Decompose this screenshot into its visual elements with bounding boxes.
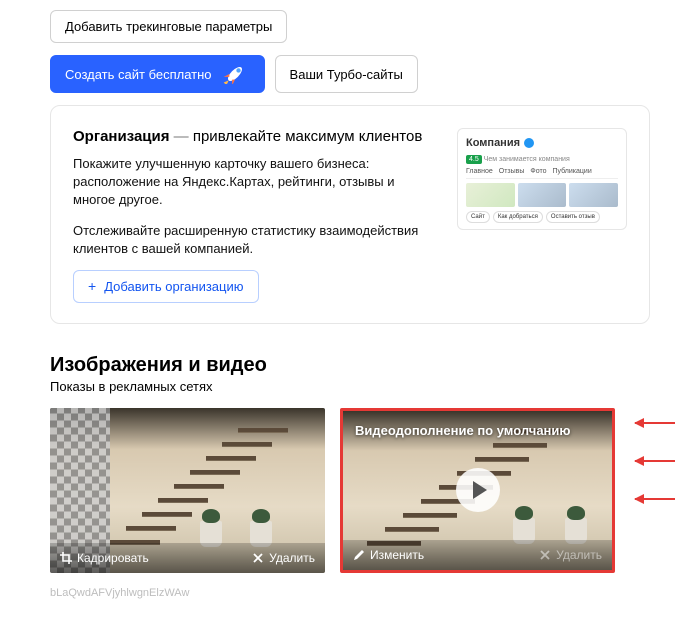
rocket-icon — [220, 64, 250, 84]
preview-tab: Главное — [466, 168, 493, 175]
video-caption: Видеодополнение по умолчанию — [355, 423, 571, 438]
organization-title: Организация — [73, 128, 170, 145]
preview-company-label: Компания — [466, 137, 520, 149]
add-organization-label: Добавить организацию — [104, 279, 243, 294]
preview-thumb — [569, 183, 618, 207]
verify-icon — [524, 138, 534, 148]
image-hash-note: bLaQwdAFVjyhlwgnElzWAw — [50, 587, 650, 599]
media-row: Кадрировать Удалить Видеодополнение по у — [50, 408, 650, 573]
delete-video-button[interactable]: Удалить — [539, 548, 602, 562]
edit-label: Изменить — [370, 548, 424, 562]
organization-tagline: привлекайте максимум клиентов — [193, 128, 422, 145]
close-icon — [252, 552, 264, 564]
preview-mini-btn: Оставить отзыв — [546, 211, 600, 223]
media-section-title: Изображения и видео — [50, 354, 650, 377]
organization-preview: Компания 4.5Чем занимается компания Глав… — [457, 128, 627, 230]
edit-video-button[interactable]: Изменить — [353, 548, 424, 562]
organization-desc-1: Покажите улучшенную карточку вашего бизн… — [73, 155, 437, 210]
arrow-icon — [635, 498, 675, 500]
add-organization-button[interactable]: + Добавить организацию — [73, 270, 259, 303]
preview-mini-btn: Как добраться — [493, 211, 543, 223]
crop-label: Кадрировать — [77, 551, 149, 565]
preview-tab: Отзывы — [499, 168, 525, 175]
tracking-params-button[interactable]: Добавить трекинговые параметры — [50, 10, 287, 43]
image-card[interactable]: Кадрировать Удалить — [50, 408, 325, 573]
crop-icon — [60, 552, 72, 564]
preview-thumb — [518, 183, 567, 207]
crop-button[interactable]: Кадрировать — [60, 551, 149, 565]
delete-label: Удалить — [556, 548, 602, 562]
video-card[interactable]: Видеодополнение по умолчанию Изменить Уд… — [340, 408, 615, 573]
preview-mini-btn: Сайт — [466, 211, 490, 223]
media-section-sub: Показы в рекламных сетях — [50, 379, 650, 394]
create-site-button[interactable]: Создать сайт бесплатно — [50, 55, 265, 93]
preview-sub: Чем занимается компания — [484, 156, 570, 163]
delete-image-button[interactable]: Удалить — [252, 551, 315, 565]
preview-tab: Фото — [530, 168, 546, 175]
arrow-icon — [635, 422, 675, 424]
organization-desc-2: Отслеживайте расширенную статистику взаи… — [73, 222, 437, 258]
turbo-sites-button[interactable]: Ваши Турбо-сайты — [275, 55, 418, 93]
preview-map-thumb — [466, 183, 515, 207]
rating-badge: 4.5 — [466, 155, 482, 164]
create-site-label: Создать сайт бесплатно — [65, 67, 212, 82]
pencil-icon — [353, 549, 365, 561]
close-icon — [539, 549, 551, 561]
plus-icon: + — [88, 279, 96, 293]
annotation-arrows — [635, 408, 675, 500]
delete-label: Удалить — [269, 551, 315, 565]
organization-card: Организация — привлекайте максимум клиен… — [50, 105, 650, 324]
arrow-icon — [635, 460, 675, 462]
play-button[interactable] — [456, 468, 500, 512]
dash: — — [174, 128, 193, 145]
preview-tab: Публикации — [553, 168, 592, 175]
